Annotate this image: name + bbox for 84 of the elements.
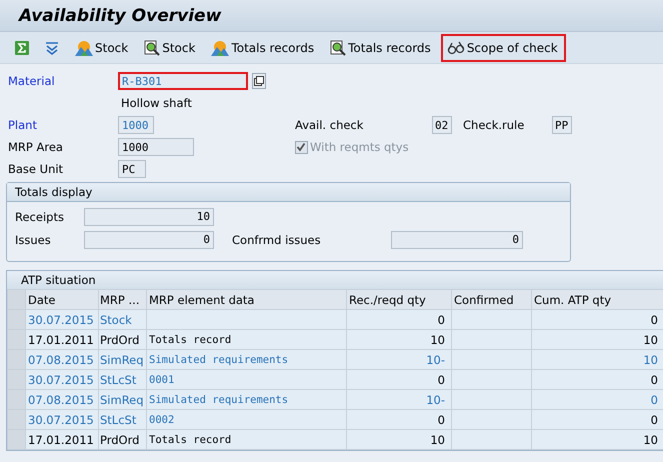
table-cell: 07.08.2015 [26,350,98,370]
table-cell: 10 [346,330,452,350]
mrp-area-field[interactable]: 1000 [118,138,194,156]
field-label: Confrmd issues [232,232,322,246]
table-title: ATP situation [21,273,96,287]
receipts-field: 10 [84,208,214,226]
table-cell: 0 [532,390,663,410]
row-selector[interactable] [8,410,26,430]
mountain-sun-icon [75,40,93,56]
table-cell: SimReq [98,390,146,410]
toolbar-button[interactable]: Stock [138,34,204,62]
table-cell: Totals record [146,430,346,450]
field-label: Receipts [15,210,65,224]
field-label: MRP Area [8,140,64,154]
mountain-sun-icon [211,40,230,56]
table-cell: 0 [346,310,452,330]
table-cell: 10- [346,390,452,410]
avail-check-field[interactable]: 02 [432,116,452,134]
double-chevron-icon [45,40,59,54]
table-cell: 0 [532,370,663,390]
table-cell: 0001 [146,370,346,390]
table-cell: 0 [346,410,452,430]
plant-field[interactable]: 1000 [118,116,154,134]
table-cell: SimReq [98,350,146,370]
toolbar-button[interactable]: Stock [69,34,136,62]
column-header[interactable]: Cum. ATP qty [532,290,663,310]
table-cell: 17.01.2011 [26,330,98,350]
material-field[interactable]: R-B301 [118,72,248,90]
value-help-button[interactable] [252,73,266,89]
table-cell: 0 [346,370,452,390]
sigma-icon [15,40,29,54]
toolbar-button[interactable]: Totals records [205,34,322,62]
check-icon [296,142,306,152]
field-label: Plant [8,118,38,132]
column-header[interactable]: MRP ... [98,290,146,310]
confirmed-issues-field: 0 [391,230,523,248]
check-rule-field[interactable]: PP [552,116,572,134]
row-selector[interactable] [8,430,26,450]
field-label: Issues [15,232,52,246]
row-selector[interactable] [8,370,26,390]
table-cell: StLcSt [98,410,146,430]
table-cell: Totals record [146,330,346,350]
magnifier-document-icon [330,40,346,56]
table-cell: 0 [532,410,663,430]
base-unit-field[interactable]: PC [118,160,146,178]
table-cell: 10 [532,430,663,450]
issues-field: 0 [84,230,214,248]
panel-title: Totals display [15,185,92,199]
table-cell: StLcSt [98,370,146,390]
magnifier-document-icon [144,40,160,56]
glasses-icon [446,40,465,54]
field-label: Avail. check [295,118,364,132]
table-cell: 10 [532,330,663,350]
field-label: Base Unit [8,162,64,176]
column-header[interactable]: MRP element data [146,290,346,310]
table-cell: Simulated requirements [146,350,346,370]
table-cell: 30.07.2015 [26,310,98,330]
toolbar-button[interactable]: Totals records [324,34,439,62]
column-header[interactable]: Rec./reqd qty [346,290,452,310]
select-all-button[interactable] [8,290,26,310]
table-cell: 0002 [146,410,346,430]
column-header[interactable]: Date [26,290,98,310]
row-selector[interactable] [8,350,26,370]
row-selector[interactable] [8,330,26,350]
table-cell: 0 [532,310,663,330]
table-cell: Simulated requirements [146,390,346,410]
field-label: Material [8,74,56,88]
toolbar-button[interactable]: Scope of check [440,34,566,62]
window-title: Availability Overview [19,6,222,26]
table-cell: PrdOrd [98,330,146,350]
material-description: Hollow shaft [121,96,192,110]
table-cell: PrdOrd [98,430,146,450]
row-selector[interactable] [8,310,26,330]
table-cell: 07.08.2015 [26,390,98,410]
table-cell: 30.07.2015 [26,370,98,390]
table-cell: 10- [346,350,452,370]
column-header[interactable]: Confirmed [452,290,532,310]
table-cell: 30.07.2015 [26,410,98,430]
table-cell: 10 [346,430,452,450]
table-cell: Stock [98,310,146,330]
table-cell: 17.01.2011 [26,430,98,450]
row-selector[interactable] [8,390,26,410]
table-cell: 10 [532,350,663,370]
field-label: Check.rule [463,118,526,132]
